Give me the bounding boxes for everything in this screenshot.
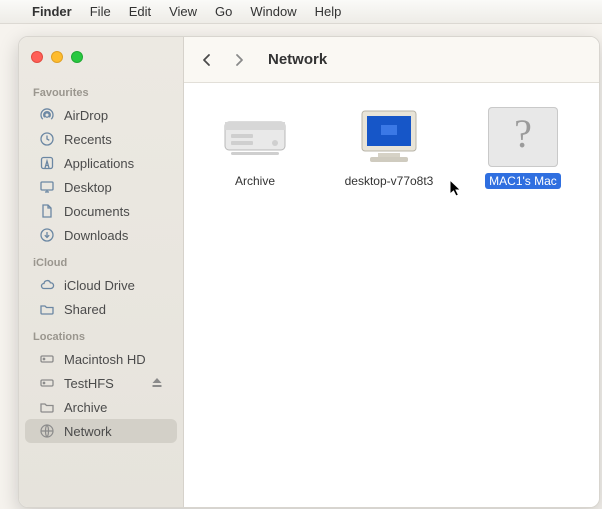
sidebar-item-label: Recents: [64, 132, 112, 147]
sidebar-section-locations: Locations: [19, 321, 183, 347]
sidebar-item-label: AirDrop: [64, 108, 108, 123]
menu-go[interactable]: Go: [215, 4, 232, 19]
sidebar-item-network[interactable]: Network: [25, 419, 177, 443]
zoom-button[interactable]: [71, 51, 83, 63]
close-button[interactable]: [31, 51, 43, 63]
sidebar-item-airdrop[interactable]: AirDrop: [25, 103, 177, 127]
desktop-icon: [39, 179, 55, 195]
sidebar-item-applications[interactable]: Applications: [25, 151, 177, 175]
window-controls: [19, 47, 183, 77]
sidebar-item-label: Archive: [64, 400, 107, 415]
minimize-button[interactable]: [51, 51, 63, 63]
sidebar-item-label: iCloud Drive: [64, 278, 135, 293]
app-menu[interactable]: Finder: [32, 4, 72, 19]
sidebar-item-label: Downloads: [64, 228, 128, 243]
sidebar-item-macintosh-hd[interactable]: Macintosh HD: [25, 347, 177, 371]
eject-icon[interactable]: [151, 377, 163, 389]
toolbar: Network: [184, 37, 599, 83]
network-item-mac[interactable]: ? MAC1's Mac: [470, 107, 576, 189]
sidebar-item-documents[interactable]: Documents: [25, 199, 177, 223]
airdrop-icon: [39, 107, 55, 123]
sidebar-item-recents[interactable]: Recents: [25, 127, 177, 151]
network-item-label: Archive: [231, 173, 279, 189]
menu-view[interactable]: View: [169, 4, 197, 19]
sidebar-item-downloads[interactable]: Downloads: [25, 223, 177, 247]
sidebar: Favourites AirDrop Recents Applications …: [19, 37, 184, 507]
sidebar-item-label: Applications: [64, 156, 134, 171]
back-button[interactable]: [196, 49, 218, 71]
svg-text:?: ?: [514, 111, 532, 156]
pc-monitor-icon: [354, 107, 424, 167]
sidebar-item-label: Macintosh HD: [64, 352, 146, 367]
sidebar-section-favourites: Favourites: [19, 77, 183, 103]
sidebar-item-desktop[interactable]: Desktop: [25, 175, 177, 199]
hdd-icon: [39, 375, 55, 391]
unknown-device-icon: ?: [488, 107, 558, 167]
sidebar-item-label: Desktop: [64, 180, 112, 195]
menu-help[interactable]: Help: [315, 4, 342, 19]
globe-icon: [39, 423, 55, 439]
sidebar-item-label: Network: [64, 424, 112, 439]
icon-view[interactable]: Archive desktop-v77o8t3: [184, 83, 599, 507]
sidebar-item-icloud-drive[interactable]: iCloud Drive: [25, 273, 177, 297]
document-icon: [39, 203, 55, 219]
network-item-label: MAC1's Mac: [485, 173, 561, 189]
menu-edit[interactable]: Edit: [129, 4, 151, 19]
location-title: Network: [268, 51, 327, 68]
finder-window: Favourites AirDrop Recents Applications …: [18, 36, 600, 508]
hdd-icon: [39, 351, 55, 367]
sidebar-section-icloud: iCloud: [19, 247, 183, 273]
shared-folder-icon: [39, 301, 55, 317]
applications-icon: [39, 155, 55, 171]
sidebar-item-label: Shared: [64, 302, 106, 317]
cloud-icon: [39, 277, 55, 293]
sidebar-item-archive[interactable]: Archive: [25, 395, 177, 419]
forward-button[interactable]: [228, 49, 250, 71]
folder-icon: [39, 399, 55, 415]
download-icon: [39, 227, 55, 243]
main-pane: Network Archive: [184, 37, 599, 507]
menubar: Finder File Edit View Go Window Help: [0, 0, 602, 24]
network-item-label: desktop-v77o8t3: [341, 173, 438, 189]
menu-window[interactable]: Window: [250, 4, 296, 19]
network-item-archive[interactable]: Archive: [202, 107, 308, 189]
sidebar-item-testhfs[interactable]: TestHFS: [25, 371, 177, 395]
clock-icon: [39, 131, 55, 147]
sidebar-item-shared[interactable]: Shared: [25, 297, 177, 321]
menu-file[interactable]: File: [90, 4, 111, 19]
sidebar-item-label: Documents: [64, 204, 130, 219]
server-icon: [220, 107, 290, 167]
network-item-desktop-pc[interactable]: desktop-v77o8t3: [336, 107, 442, 189]
sidebar-item-label: TestHFS: [64, 376, 114, 391]
